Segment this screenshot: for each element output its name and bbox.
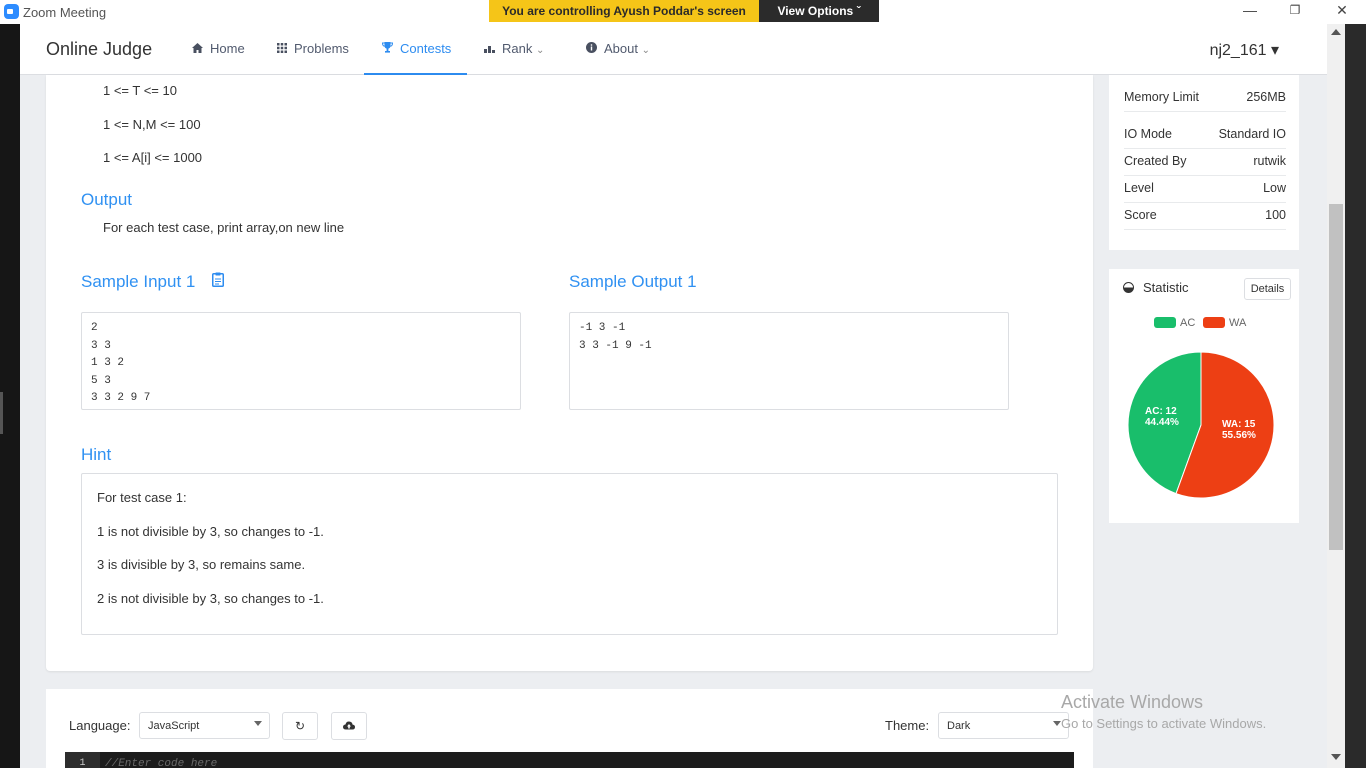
activate-windows-watermark: Activate Windows Go to Settings to activ… [1061, 692, 1267, 731]
info-row-created-by: Created By rutwik [1124, 149, 1286, 176]
sample-input-line: 2 [91, 322, 98, 334]
constraint-line: 1 <= A[i] <= 1000 [103, 150, 203, 165]
pie-label-ac-pct: 44.44% [1145, 417, 1179, 428]
reset-code-button[interactable]: ↻ [282, 712, 318, 740]
hint-line: 2 is not divisible by 3, so changes to -… [97, 591, 324, 606]
line-number: 1 [65, 752, 100, 768]
sample-input-line: 5 3 [91, 374, 111, 387]
chevron-down-icon: ⌄ [641, 45, 650, 56]
info-row-memory-limit: Memory Limit 256MB [1124, 85, 1286, 112]
window-right-edge [1345, 24, 1366, 768]
window-left-edge [0, 24, 20, 768]
statistic-title: Statistic [1123, 280, 1189, 295]
legend-item-ac[interactable]: AC [1154, 317, 1195, 329]
sample-output-box: -1 3 -1 3 3 -1 9 -1 [569, 312, 1009, 410]
theme-label: Theme: [885, 718, 930, 733]
sample-output-line: 3 3 -1 9 -1 [579, 339, 652, 352]
theme-select[interactable]: Dark [938, 712, 1069, 739]
legend-swatch [1154, 317, 1176, 328]
constraint-line: 1 <= T <= 10 [103, 83, 177, 98]
bar-chart-icon [484, 44, 495, 56]
upload-code-button[interactable] [331, 712, 367, 740]
hint-heading: Hint [81, 445, 112, 464]
brand-logo[interactable]: Online Judge [46, 39, 152, 60]
scroll-down-icon[interactable] [1331, 754, 1341, 760]
sample-input-line: 3 3 2 9 7 [91, 392, 151, 404]
sample-input-line: 3 3 [91, 339, 111, 352]
cloud-upload-icon [343, 719, 355, 733]
trophy-icon [381, 42, 394, 56]
minimize-icon[interactable]: — [1240, 2, 1260, 18]
remote-control-banner: You are controlling Ayush Poddar's scree… [489, 0, 759, 22]
page-scrollbar[interactable] [1327, 24, 1345, 768]
close-icon[interactable]: ✕ [1332, 2, 1352, 19]
hint-line: For test case 1: [97, 490, 187, 505]
details-button[interactable]: Details [1244, 278, 1291, 300]
pie-label-wa-count: WA: 15 [1222, 419, 1256, 430]
nav-problems[interactable]: Problems [277, 41, 349, 56]
pie-label-wa-pct: 55.56% [1222, 430, 1256, 441]
refresh-icon: ↻ [294, 719, 306, 733]
code-editor-card: Language: JavaScript ↻ Theme: Dark 1 //E… [46, 689, 1093, 768]
info-row-io-mode: IO Mode Standard IO [1124, 122, 1286, 149]
sample-input-line: 1 3 2 [91, 357, 125, 369]
zoom-title-bar: Zoom Meeting You are controlling Ayush P… [0, 0, 1366, 24]
nav-rank[interactable]: Rank ⌄ [484, 41, 544, 56]
language-select[interactable]: JavaScript [139, 712, 270, 739]
output-heading: Output [81, 190, 133, 209]
pie-label-ac-count: AC: 12 [1145, 406, 1177, 417]
language-label: Language: [69, 718, 131, 733]
info-row-score: Score 100 [1124, 203, 1286, 230]
problem-info-card: Memory Limit 256MB IO Mode Standard IO C… [1109, 75, 1299, 250]
problem-card: 1 <= T <= 10 1 <= N,M <= 100 1 <= A[i] <… [46, 75, 1093, 671]
nav-home[interactable]: Home [192, 41, 245, 56]
hint-box: For test case 1: 1 is not divisible by 3… [81, 473, 1058, 635]
home-icon [192, 43, 203, 56]
scroll-up-icon[interactable] [1331, 29, 1341, 35]
nav-about[interactable]: About ⌄ [586, 41, 650, 56]
sample-output-heading: Sample Output 1 [569, 272, 697, 291]
restore-icon[interactable]: ❐ [1285, 3, 1305, 17]
sample-input-box: 2 3 3 1 3 2 5 3 3 3 2 9 7 [81, 312, 521, 410]
legend-swatch [1203, 317, 1225, 328]
info-row-level: Level Low [1124, 176, 1286, 203]
output-description: For each test case, print array,on new l… [103, 220, 345, 235]
hint-line: 3 is divisible by 3, so remains same. [97, 557, 306, 572]
chevron-down-icon: ⌄ [535, 45, 545, 56]
statistic-card: Statistic Details AC WA AC: 12 44.44% WA… [1109, 269, 1299, 523]
nav-contests[interactable]: Contests [381, 41, 451, 56]
statistic-pie-chart: AC: 12 44.44% WA: 15 55.56% [1127, 351, 1275, 499]
zoom-window-title: Zoom Meeting [23, 5, 107, 20]
clipboard-icon[interactable] [212, 272, 225, 291]
sample-input-heading: Sample Input 1 [81, 272, 225, 292]
legend-item-wa[interactable]: WA [1203, 317, 1246, 329]
code-placeholder: //Enter code here [105, 758, 218, 768]
hint-line: 1 is not divisible by 3, so changes to -… [97, 524, 324, 539]
user-menu[interactable]: nj2_161 ▾ [1210, 40, 1279, 60]
zoom-logo-icon [4, 4, 19, 19]
caret-down-icon [1053, 721, 1061, 726]
scroll-thumb[interactable] [1329, 204, 1343, 550]
top-navbar: Online Judge Home Problems Contests Rank… [20, 24, 1327, 75]
info-icon [586, 42, 597, 56]
caret-down-icon [254, 721, 262, 726]
sample-output-line: -1 3 -1 [579, 322, 626, 334]
view-options-button[interactable]: View Options ˇ [759, 0, 879, 22]
code-editor[interactable]: 1 //Enter code here [65, 752, 1074, 768]
constraint-line: 1 <= N,M <= 100 [103, 117, 201, 132]
pie-chart-icon [1123, 282, 1134, 293]
grid-icon [277, 43, 287, 56]
